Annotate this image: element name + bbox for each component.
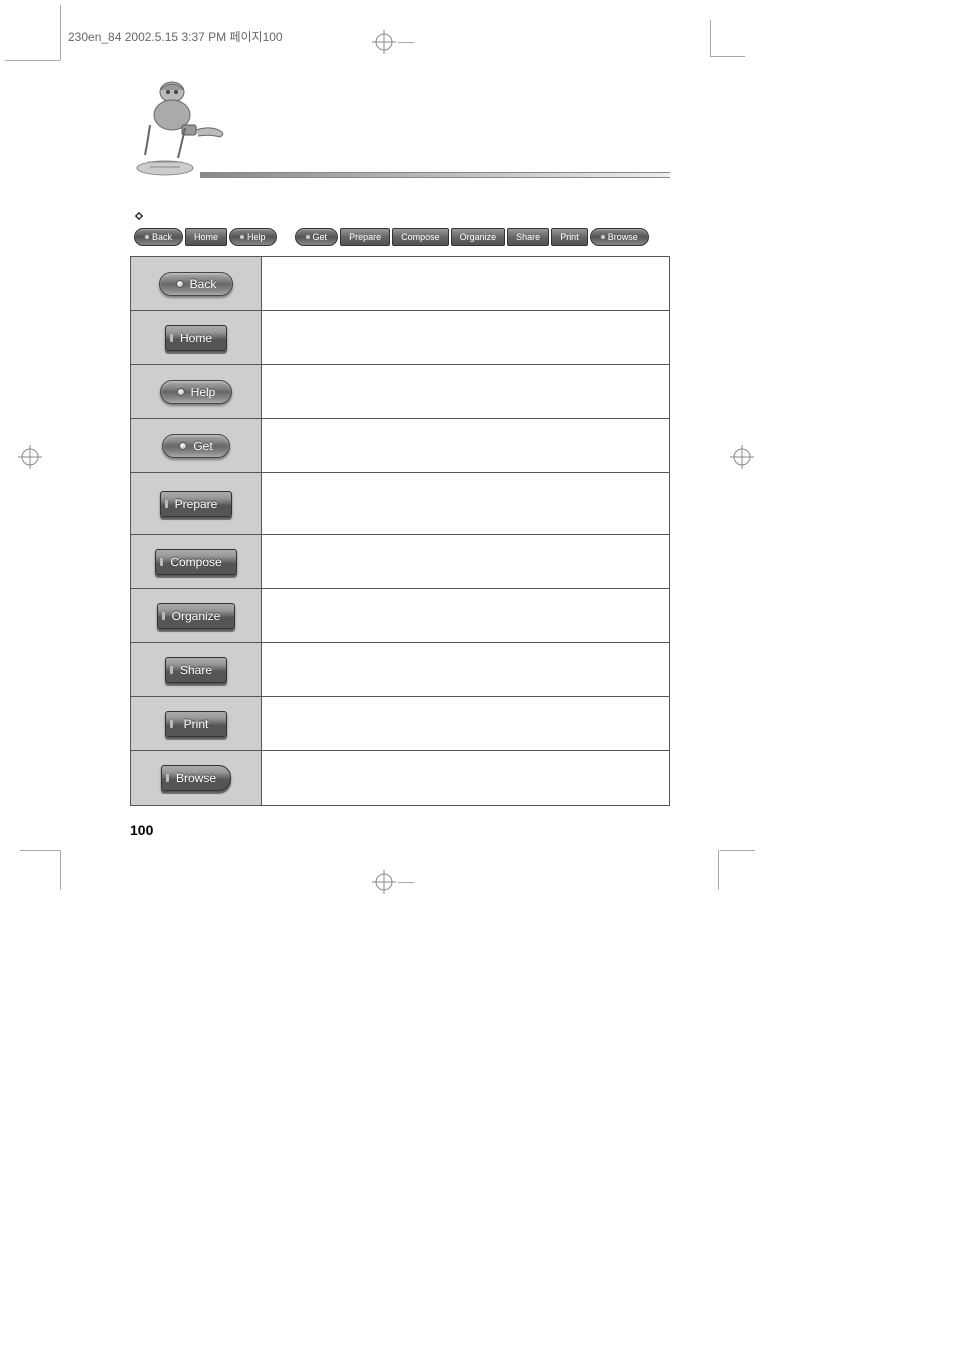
description-cell: [262, 419, 669, 472]
toolbar-organize-button: Organize: [451, 228, 506, 246]
button-reference-table: Back Home Help Get Prepare: [130, 256, 670, 806]
prepare-button-icon: Prepare: [160, 491, 233, 517]
toolbar-home-button: Home: [185, 228, 227, 246]
icon-cell: Share: [131, 643, 262, 696]
crop-mark: [20, 850, 60, 851]
icon-cell: Browse: [131, 751, 262, 805]
page-content: Back Home Help Get Prepare Compose Organ…: [130, 70, 670, 838]
compose-button-icon: Compose: [155, 549, 236, 575]
header-divider: [200, 172, 670, 178]
table-row: Share: [131, 643, 669, 697]
toolbar-share-button: Share: [507, 228, 549, 246]
description-cell: [262, 751, 669, 805]
table-row: Back: [131, 257, 669, 311]
description-cell: [262, 311, 669, 364]
icon-cell: Compose: [131, 535, 262, 588]
crop-mark: [710, 20, 711, 56]
table-row: Home: [131, 311, 669, 365]
table-row: Prepare: [131, 473, 669, 535]
crop-mark: [710, 56, 745, 57]
print-button-icon: Print: [165, 711, 227, 737]
crop-mark: [5, 60, 60, 61]
registration-mark-icon: [372, 870, 396, 894]
organize-button-icon: Organize: [157, 603, 236, 629]
icon-cell: Organize: [131, 589, 262, 642]
toolbar-browse-button: Browse: [590, 228, 649, 246]
page-header-section: [130, 70, 670, 190]
toolbar-help-button: Help: [229, 228, 277, 246]
help-button-icon: Help: [160, 380, 233, 404]
home-button-icon: Home: [165, 325, 227, 351]
crop-mark: [720, 850, 755, 851]
table-row: Compose: [131, 535, 669, 589]
table-row: Browse: [131, 751, 669, 805]
toolbar-get-button: Get: [295, 228, 339, 246]
mascot-illustration-icon: [130, 70, 240, 180]
toolbar-prepare-button: Prepare: [340, 228, 390, 246]
table-row: Print: [131, 697, 669, 751]
icon-cell: Prepare: [131, 473, 262, 534]
crop-mark: [60, 5, 61, 60]
toolbar-print-button: Print: [551, 228, 588, 246]
crop-mark: [60, 850, 61, 890]
table-row: Help: [131, 365, 669, 419]
icon-cell: Home: [131, 311, 262, 364]
table-row: Get: [131, 419, 669, 473]
back-button-icon: Back: [159, 272, 234, 296]
description-cell: [262, 535, 669, 588]
icon-cell: Back: [131, 257, 262, 310]
registration-mark-icon: [18, 445, 42, 469]
description-cell: [262, 473, 669, 534]
description-cell: [262, 697, 669, 750]
description-cell: [262, 365, 669, 418]
browse-button-icon: Browse: [161, 765, 231, 791]
page-number: 100: [130, 822, 670, 838]
table-row: Organize: [131, 589, 669, 643]
crop-mark: [718, 850, 719, 890]
description-cell: [262, 589, 669, 642]
icon-cell: Print: [131, 697, 262, 750]
registration-mark-icon: [730, 445, 754, 469]
description-cell: [262, 257, 669, 310]
document-header: 230en_84 2002.5.15 3:37 PM 페이지100: [68, 28, 283, 45]
crop-mark: [398, 882, 414, 883]
registration-mark-icon: [372, 30, 396, 54]
icon-cell: Help: [131, 365, 262, 418]
toolbar-back-button: Back: [134, 228, 183, 246]
crop-mark: [398, 42, 414, 43]
get-button-icon: Get: [162, 434, 229, 458]
toolbar-compose-button: Compose: [392, 228, 449, 246]
diamond-bullet-icon: [134, 208, 144, 218]
description-cell: [262, 643, 669, 696]
icon-cell: Get: [131, 419, 262, 472]
share-button-icon: Share: [165, 657, 227, 683]
toolbar-screenshot: Back Home Help Get Prepare Compose Organ…: [130, 226, 670, 248]
